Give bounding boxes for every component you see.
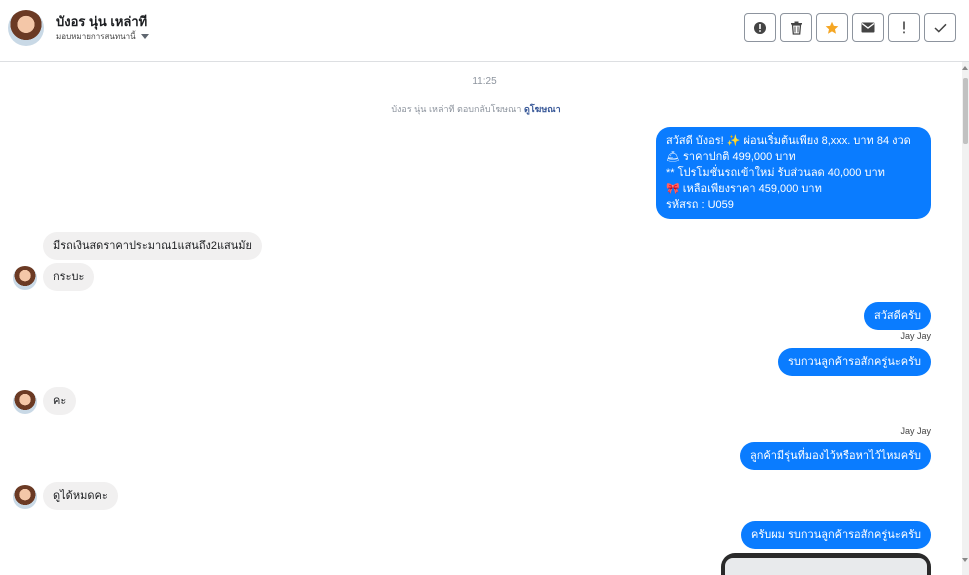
assign-conversation-dropdown[interactable]: มอบหมายการสนทนานี้: [56, 30, 149, 43]
assign-label: มอบหมายการสนทนานี้: [56, 32, 136, 41]
outgoing-message[interactable]: สวัสดีครับ: [864, 302, 931, 330]
ad-reply-text: บังอร นุ่น เหล่าที ตอบกลับโฆษณา: [391, 104, 522, 114]
contact-avatar-small[interactable]: [13, 485, 37, 509]
ad-line: สวัสดี บังอร! ✨ ผ่อนเริ่มต้นเพียง 8,xxx.…: [666, 135, 911, 147]
spam-button[interactable]: [744, 13, 776, 42]
incoming-message[interactable]: มีรถเงินสดราคาประมาณ1แสนถึง2แสนมัย: [43, 232, 262, 260]
conversation-toolbar: [744, 13, 956, 42]
check-icon: [933, 23, 947, 33]
alert-circle-icon: [754, 21, 766, 34]
ad-line: ** โปรโมชั่นรถเข้าใหม่ รับส่วนลด 40,000 …: [666, 167, 885, 179]
thread-timestamp: 11:25: [472, 76, 497, 87]
follow-up-button[interactable]: [888, 13, 920, 42]
message-thread[interactable]: 11:25 บังอร นุ่น เหล่าที ตอบกลับโฆษณา ดู…: [0, 62, 962, 575]
mark-done-button[interactable]: [924, 13, 956, 42]
conversation-header: บังอร นุ่น เหล่าที มอบหมายการสนทนานี้: [0, 0, 969, 62]
scroll-up-arrow-icon[interactable]: [962, 66, 968, 70]
mark-unread-button[interactable]: [852, 13, 884, 42]
ad-line: 🎀 เหลือเพียงราคา 459,000 บาท: [666, 183, 822, 195]
mail-icon: [861, 22, 875, 33]
star-icon: [825, 21, 839, 34]
ad-message-bubble[interactable]: สวัสดี บังอร! ✨ ผ่อนเริ่มต้นเพียง 8,xxx.…: [656, 127, 931, 219]
incoming-message[interactable]: กระบะ: [43, 263, 95, 291]
contact-avatar[interactable]: [8, 10, 44, 46]
caret-down-icon: [140, 34, 149, 39]
ad-line: รหัสรถ : U059: [666, 199, 734, 211]
image-attachment[interactable]: [721, 553, 931, 575]
sender-name: Jay Jay: [900, 426, 931, 436]
view-ad-link[interactable]: ดูโฆษณา: [524, 104, 561, 114]
outgoing-message[interactable]: รบกวนลูกค้ารอสักครู่นะครับ: [777, 348, 931, 376]
image-attachment-content: [725, 558, 927, 575]
delete-button[interactable]: [780, 13, 812, 42]
contact-avatar-small[interactable]: [13, 390, 37, 414]
scrollbar-thumb[interactable]: [963, 78, 968, 144]
ad-line: 🛎 ราคาปกติ 499,000 บาท: [666, 151, 796, 163]
star-button[interactable]: [816, 13, 848, 42]
contact-name[interactable]: บังอร นุ่น เหล่าที: [56, 11, 147, 32]
trash-icon: [790, 21, 802, 35]
sender-name: Jay Jay: [900, 331, 931, 341]
outgoing-message[interactable]: ครับผม รบกวนลูกค้ารอสักครู่นะครับ: [740, 521, 931, 549]
exclamation-icon: [903, 21, 905, 34]
scroll-down-arrow-icon[interactable]: [962, 558, 968, 562]
incoming-message[interactable]: คะ: [43, 387, 77, 415]
outgoing-message[interactable]: ลูกค้ามีรุ่นที่มองไว้หรือหาไว้ไหมครับ: [740, 442, 931, 470]
contact-avatar-small[interactable]: [13, 266, 37, 290]
incoming-message[interactable]: ดูได้หมดคะ: [43, 482, 118, 510]
ad-reply-notice: บังอร นุ่น เหล่าที ตอบกลับโฆษณา ดูโฆษณา: [0, 102, 952, 116]
